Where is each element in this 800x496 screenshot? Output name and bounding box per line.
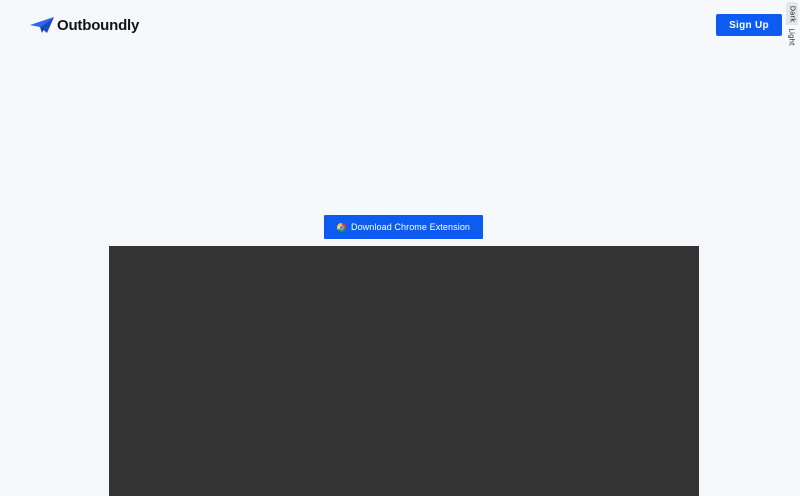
brand-logo[interactable]: Outboundly (30, 14, 139, 36)
theme-light-option[interactable]: Light (786, 25, 798, 48)
theme-dark-label: Dark (788, 5, 796, 22)
paper-plane-icon (30, 17, 54, 33)
download-button-label: Download Chrome Extension (350, 222, 471, 232)
theme-light-label: Light (788, 27, 797, 46)
brand-name: Outboundly (57, 16, 140, 34)
sign-up-button[interactable]: Sign Up (716, 14, 782, 36)
video-player[interactable] (109, 246, 699, 496)
theme-dark-option[interactable]: Dark (786, 2, 798, 25)
chrome-icon (336, 222, 346, 232)
site-header: Outboundly Sign Up Dark Light (0, 0, 800, 50)
download-chrome-extension-button[interactable]: Download Chrome Extension (324, 215, 483, 239)
theme-toggle: Dark Light (786, 2, 798, 48)
